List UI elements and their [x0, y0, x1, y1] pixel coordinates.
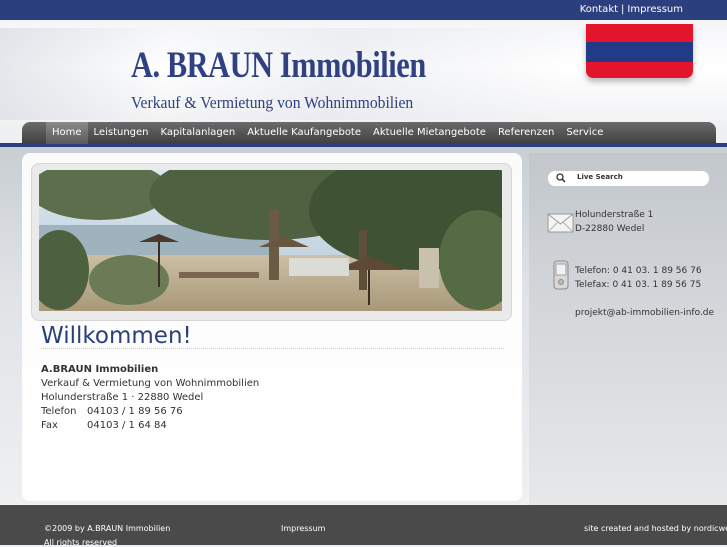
- sidebar: [529, 153, 727, 505]
- banner-photo: [39, 170, 502, 311]
- search-input[interactable]: Live Search: [547, 170, 710, 187]
- company-info: A.BRAUN Immobilien Verkauf & Vermietung …: [41, 363, 259, 433]
- nav-item-kapitalanlagen[interactable]: Kapitalanlagen: [155, 122, 242, 144]
- phone-row: Telefon 04103 / 1 89 56 76: [41, 405, 259, 419]
- sidebar-street: Holunderstraße 1: [575, 210, 654, 220]
- site-logo-subtitle: Verkauf & Vermietung von Wohnimmobilien: [131, 93, 414, 112]
- nav-item-home[interactable]: Home: [46, 122, 88, 144]
- company-name: A.BRAUN Immobilien: [41, 364, 159, 375]
- main-nav: Home Leistungen Kapitalanlagen Aktuelle …: [46, 122, 609, 144]
- site-logo-title[interactable]: A. BRAUN Immobilien: [131, 44, 426, 87]
- heading-divider: [41, 348, 504, 349]
- sidebar-telefon: Telefon: 0 41 03. 1 89 56 76: [575, 266, 702, 276]
- fax-row: Fax 04103 / 1 64 84: [41, 419, 259, 433]
- nav-item-mietangebote[interactable]: Aktuelle Mietangebote: [367, 122, 492, 144]
- top-links-separator: |: [621, 4, 625, 15]
- search-placeholder: Live Search: [577, 173, 623, 181]
- flag-icon: [586, 24, 693, 78]
- nav-item-service[interactable]: Service: [560, 122, 609, 144]
- kontakt-link[interactable]: Kontakt: [580, 4, 618, 15]
- mobile-phone-icon: [553, 260, 569, 290]
- welcome-heading: Willkommen!: [41, 323, 192, 349]
- envelope-icon: [547, 213, 574, 233]
- sidebar-telefax: Telefax: 0 41 03. 1 89 56 75: [575, 280, 702, 290]
- fax-value: 04103 / 1 64 84: [87, 420, 167, 431]
- nav-item-leistungen[interactable]: Leistungen: [88, 122, 155, 144]
- sidebar-city: D-22880 Wedel: [575, 224, 645, 234]
- phone-label: Telefon: [41, 406, 77, 417]
- nav-item-referenzen[interactable]: Referenzen: [492, 122, 560, 144]
- fax-label: Fax: [41, 420, 58, 431]
- phone-value: 04103 / 1 89 56 76: [87, 406, 183, 417]
- company-tagline: Verkauf & Vermietung von Wohnimmobilien: [41, 378, 260, 389]
- top-links: Kontakt | Impressum: [580, 4, 683, 15]
- footer: ©2009 by A.BRAUN Immobilien All rights r…: [0, 505, 727, 547]
- footer-credit-link[interactable]: site created and hosted by nordicweb: [584, 524, 727, 533]
- magnifier-icon: [556, 173, 566, 183]
- sidebar-email-link[interactable]: projekt@ab-immobilien-info.de: [575, 306, 714, 320]
- impressum-link[interactable]: Impressum: [627, 4, 683, 15]
- footer-copyright: ©2009 by A.BRAUN Immobilien: [44, 524, 171, 533]
- company-address: Holunderstraße 1 · 22880 Wedel: [41, 392, 204, 403]
- footer-impressum-link[interactable]: Impressum: [281, 524, 325, 533]
- nav-item-kaufangebote[interactable]: Aktuelle Kaufangebote: [241, 122, 367, 144]
- footer-rights: All rights reserved: [44, 538, 118, 547]
